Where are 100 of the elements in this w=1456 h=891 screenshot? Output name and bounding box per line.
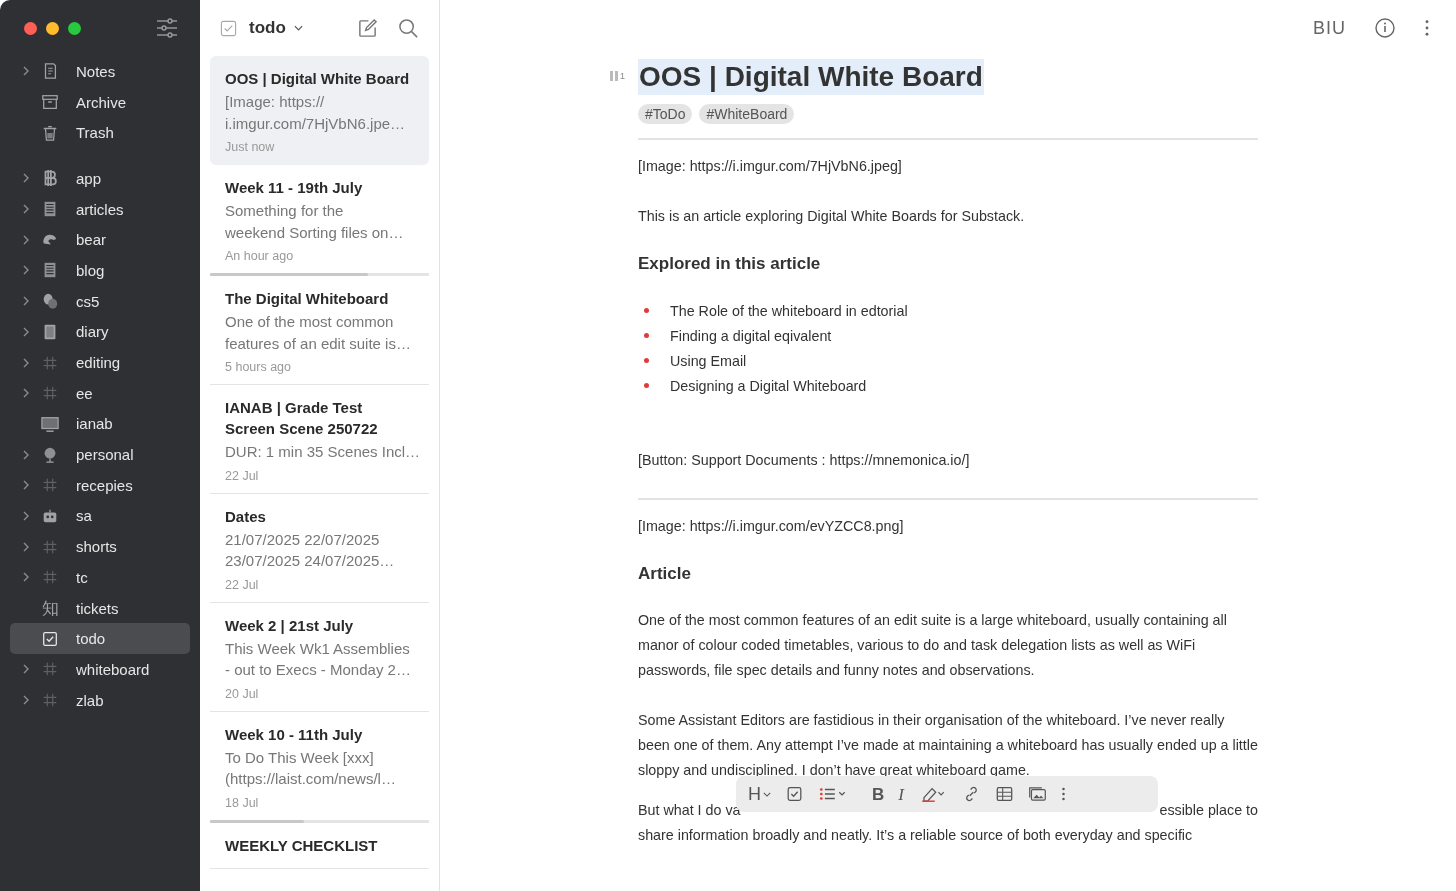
note-card[interactable]: Week 11 - 19th July Something for the weekend Sorting files on… An hour ago [210, 165, 429, 276]
chevron-icon[interactable] [22, 663, 30, 676]
chevron-icon[interactable] [22, 233, 30, 246]
chevron-icon[interactable] [22, 571, 30, 584]
sidebar-item[interactable]: shorts [10, 531, 190, 562]
chevron-icon[interactable] [22, 172, 30, 185]
chevron-icon[interactable] [22, 387, 30, 400]
heading-button[interactable]: H [748, 781, 771, 807]
sidebar-item[interactable]: Trash [10, 117, 190, 149]
chevron-icon[interactable] [22, 479, 30, 492]
note-card[interactable]: IANAB | Grade Test Screen Scene 250722 DUR: 1 min 35 Scenes Incl… 22 Jul [210, 385, 429, 494]
note-title: Week 11 - 19th July [225, 178, 364, 198]
note-preview: To Do This Week [xxx] [225, 747, 375, 768]
bullet-text: Using Email [670, 352, 747, 369]
chevron-icon[interactable] [22, 65, 30, 78]
note-preview: This Week Wk1 Assemblies [225, 638, 411, 659]
chevron-icon[interactable] [22, 295, 30, 308]
bullet-icon [644, 308, 649, 313]
note-preview: 23/07/2025 24/07/2025… [225, 551, 396, 571]
note-date: An hour ago [225, 249, 295, 263]
sidebar-item[interactable]: tc [10, 562, 190, 593]
zoom-button[interactable] [68, 21, 81, 35]
note-card[interactable]: OOS | Digital White Board [Image: https:// i.imgur.com/7HjVbN6.jpe… Just now [210, 56, 429, 165]
note-preview: 21/07/2025 22/07/2025 [225, 529, 381, 550]
sidebar-item[interactable]: editing [10, 347, 190, 378]
sidebar-item[interactable]: articles [10, 193, 190, 225]
note-preview: Something for the [225, 201, 345, 221]
note-preview: - out to Execs - Monday 2… [225, 660, 412, 680]
note-preview: i.imgur.com/7HjVbN6.jpe… [225, 113, 407, 134]
italic-button[interactable]: I [898, 781, 904, 807]
search-icon[interactable] [398, 17, 419, 39]
archive-icon [41, 93, 59, 112]
sidebar-item[interactable]: cs5 [10, 285, 190, 317]
note-card[interactable]: The Digital Whiteboard One of the most common features of an edit suite is… 5 hours ago [210, 276, 429, 385]
hashtag[interactable]: #ToDo [638, 104, 693, 124]
paragraph: [Image: https://i.imgur.com/evYZCC8.png] [638, 517, 905, 536]
compose-icon[interactable] [357, 17, 378, 39]
bullet-text: Designing a Digital Whiteboard [670, 377, 867, 394]
note-date: Just now [225, 140, 276, 154]
note-card[interactable]: WEEKLY CHECKLIST [210, 822, 429, 869]
list-title[interactable]: todo [249, 18, 286, 38]
sidebar-item[interactable]: Notes [10, 56, 190, 87]
more-icon[interactable] [1424, 19, 1430, 37]
chevron-icon[interactable] [22, 325, 30, 338]
bold-button[interactable]: B [872, 781, 885, 807]
sidebar-item[interactable]: whiteboard [10, 654, 190, 685]
note-date: 5 hours ago [225, 360, 293, 374]
chevron-icon[interactable] [22, 203, 30, 216]
info-icon[interactable] [1374, 17, 1396, 39]
sidebar-item[interactable]: Archive [10, 86, 190, 118]
trash-icon [41, 123, 59, 142]
sidebar-item[interactable]: ee [10, 377, 190, 409]
sidebar-item[interactable]: sa [10, 500, 190, 532]
section-heading: Article [638, 564, 692, 584]
note-date: 22 Jul [225, 577, 260, 592]
note-date: 20 Jul [225, 686, 260, 701]
close-button[interactable] [24, 21, 37, 35]
note-title: Week 10 - 11th July [225, 724, 364, 745]
chevron-icon[interactable] [22, 509, 30, 522]
sidebar-item[interactable]: bear [10, 224, 190, 256]
sidebar-item[interactable]: personal [10, 439, 190, 470]
sidebar-item[interactable]: recepies [10, 469, 190, 501]
chevron-icon[interactable] [22, 448, 30, 461]
note-card[interactable]: Week 2 | 21st July This Week Wk1 Assemblies - out to Execs - Monday 2… 20 Jul [210, 602, 429, 712]
minimize-button[interactable] [46, 21, 59, 35]
paragraph: This is an article exploring Digital White Boards for Substack. [638, 207, 1026, 226]
note-title: The Digital Whiteboard [225, 289, 390, 309]
more-icon[interactable] [1060, 785, 1066, 803]
paragraph: One of the most common features of an edit suite is a large whiteboard, usually containing all manor of colour coded timetables, various to do and task delegation lists as well as WiFi passwords, file spec details and funny notes and observations. [638, 611, 1228, 680]
list-icon[interactable] [818, 785, 848, 803]
note-preview: features of an edit suite is… [225, 333, 412, 354]
table-icon[interactable] [994, 785, 1014, 803]
sidebar-item[interactable]: blog [10, 255, 190, 286]
chevron-icon[interactable] [22, 540, 30, 553]
note-date: 18 Jul [225, 795, 260, 810]
sidebar-item[interactable]: todo [10, 623, 190, 655]
note-title: OOS | Digital White Board [225, 69, 411, 89]
note-card[interactable]: Dates 21/07/2025 22/07/2025 23/07/2025 24/07/2025… 22 Jul [210, 493, 429, 603]
image-icon[interactable] [1027, 785, 1047, 803]
paragraph: [Button: Support Documents : https://mnemonica.io/] [638, 451, 971, 470]
sidebar-item[interactable]: app [10, 163, 190, 194]
note-title: IANAB | Grade Test Screen Scene 250722 [225, 398, 379, 439]
checkbox-icon [220, 19, 237, 37]
sidebar-item[interactable]: ianab [10, 408, 190, 440]
caret-icon[interactable] [293, 25, 303, 31]
chevron-icon[interactable] [22, 264, 30, 277]
settings-icon[interactable] [156, 18, 178, 38]
chevron-icon[interactable] [22, 356, 30, 369]
chevron-icon[interactable] [22, 694, 30, 707]
hashtag[interactable]: #WhiteBoard [699, 104, 795, 124]
checkbox-icon [41, 629, 59, 648]
section-heading: Explored in this article [638, 254, 822, 274]
format-button[interactable]: BIU [1313, 17, 1346, 39]
sidebar-item[interactable]: zlab [10, 684, 190, 716]
note-card[interactable]: Week 10 - 11th July To Do This Week [xxx] (https://laist.com/news/l… 18 Jul [210, 711, 429, 823]
caret-icon[interactable] [763, 791, 771, 797]
checkbox-icon[interactable] [785, 785, 804, 803]
paragraph-fragment: essible place to [1159, 801, 1258, 820]
sidebar-item[interactable]: diary [10, 316, 190, 348]
sidebar-item[interactable]: 知 tickets [10, 592, 190, 624]
